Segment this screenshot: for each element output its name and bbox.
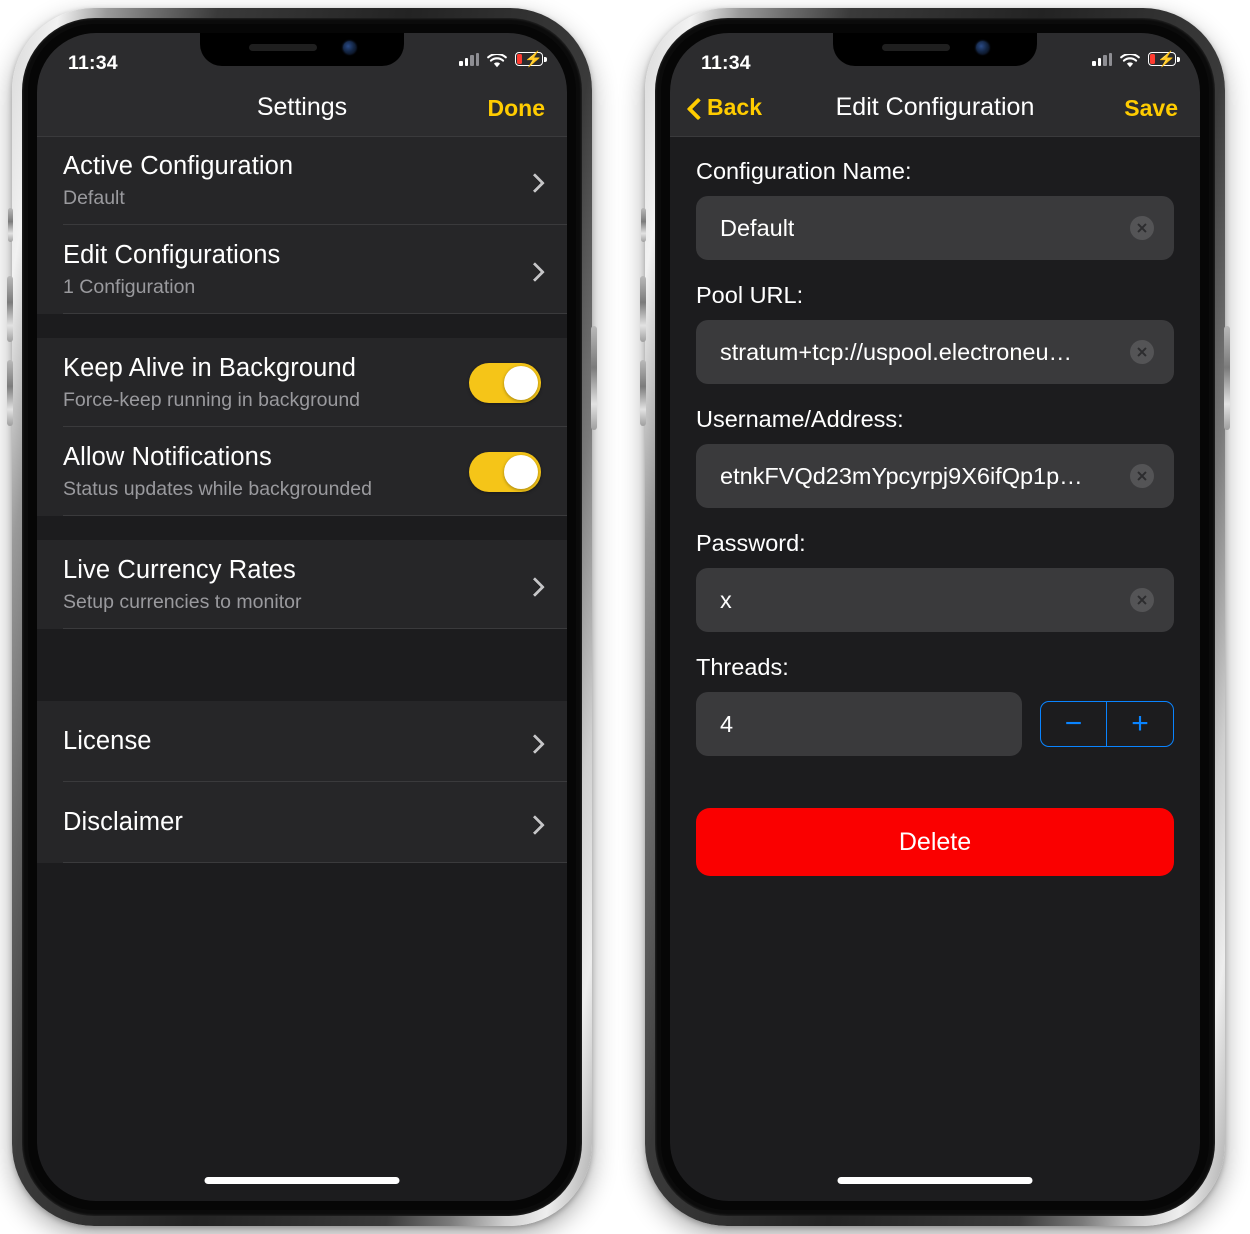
signal-bars-icon bbox=[459, 52, 479, 66]
earpiece-speaker-icon bbox=[881, 44, 950, 51]
settings-group-currency: Live Currency Rates Setup currencies to … bbox=[37, 540, 567, 629]
configuration-name-input[interactable]: Default bbox=[696, 196, 1174, 260]
row-title: Active Configuration bbox=[63, 152, 294, 180]
home-indicator[interactable] bbox=[837, 1177, 1033, 1184]
toggle-knob bbox=[504, 454, 538, 489]
sidebar-item-edit-configurations[interactable]: Edit Configurations 1 Configuration bbox=[37, 225, 567, 314]
password-label: Password: bbox=[696, 530, 806, 556]
threads-increment-button[interactable]: + bbox=[1107, 702, 1173, 746]
threads-row: 4 − + bbox=[696, 692, 1174, 756]
right-phone-volume-down bbox=[640, 360, 646, 426]
done-button[interactable]: Done bbox=[488, 95, 546, 122]
notch bbox=[833, 33, 1037, 66]
username-address-input[interactable]: etnkFVQd23mYpcyrpj9X6ifQp1p… bbox=[696, 444, 1174, 508]
page-title: Edit Configuration bbox=[835, 93, 1035, 121]
right-phone-volume-up bbox=[640, 276, 646, 342]
wifi-icon bbox=[487, 52, 507, 68]
clear-circle-icon[interactable] bbox=[1130, 464, 1154, 488]
password-input[interactable]: x bbox=[696, 568, 1174, 632]
username-address-value: etnkFVQd23mYpcyrpj9X6ifQp1p… bbox=[720, 462, 1083, 489]
status-bar-indicators: ⚡ bbox=[1092, 52, 1180, 68]
earpiece-speaker-icon bbox=[248, 44, 317, 51]
threads-stepper[interactable]: − + bbox=[1040, 701, 1174, 747]
threads-decrement-button[interactable]: − bbox=[1041, 702, 1107, 746]
row-subtitle: Force-keep running in background bbox=[63, 389, 361, 411]
status-bar-time: 11:34 bbox=[701, 52, 751, 74]
section-gap bbox=[37, 314, 567, 338]
threads-input[interactable]: 4 bbox=[696, 692, 1022, 756]
front-camera-icon bbox=[342, 41, 356, 54]
threads-label: Threads: bbox=[696, 654, 789, 680]
section-gap bbox=[37, 629, 567, 701]
home-indicator[interactable] bbox=[204, 1177, 400, 1184]
row-subtitle: 1 Configuration bbox=[63, 276, 196, 298]
clear-circle-icon[interactable] bbox=[1130, 216, 1154, 240]
right-phone-bezel: 11:34 ⚡ Back Edit Configuration Save Con… bbox=[661, 24, 1209, 1210]
status-bar-indicators: ⚡ bbox=[459, 52, 547, 68]
row-title: License bbox=[63, 727, 152, 755]
save-button[interactable]: Save bbox=[1124, 95, 1178, 122]
left-phone-screen: 11:34 ⚡ Settings Done Active Configurati… bbox=[37, 33, 567, 1201]
threads-value: 4 bbox=[720, 710, 734, 737]
battery-charging-low-icon: ⚡ bbox=[1148, 52, 1180, 67]
sidebar-item-allow-notifications[interactable]: Allow Notifications Status updates while… bbox=[37, 427, 567, 516]
settings-group-background: Keep Alive in Background Force-keep runn… bbox=[37, 338, 567, 516]
clear-circle-icon[interactable] bbox=[1130, 340, 1154, 364]
password-value: x bbox=[720, 586, 732, 613]
left-phone-device: 11:34 ⚡ Settings Done Active Configurati… bbox=[7, 8, 597, 1226]
left-phone-volume-down bbox=[7, 360, 13, 426]
username-address-label: Username/Address: bbox=[696, 406, 904, 432]
pool-url-input[interactable]: stratum+tcp://uspool.electroneu… bbox=[696, 320, 1174, 384]
row-subtitle: Status updates while backgrounded bbox=[63, 478, 372, 500]
sidebar-item-disclaimer[interactable]: Disclaimer bbox=[37, 782, 567, 863]
toggle-knob bbox=[504, 365, 538, 400]
sidebar-item-license[interactable]: License bbox=[37, 701, 567, 782]
row-title: Edit Configurations bbox=[63, 241, 281, 269]
pool-url-label: Pool URL: bbox=[696, 282, 804, 308]
clear-circle-icon[interactable] bbox=[1130, 588, 1154, 612]
right-phone-mute-switch bbox=[641, 208, 646, 242]
left-phone-volume-up bbox=[7, 276, 13, 342]
battery-charging-low-icon: ⚡ bbox=[515, 52, 547, 67]
settings-group-configuration: Active Configuration Default Edit Config… bbox=[37, 136, 567, 314]
settings-group-legal: License Disclaimer bbox=[37, 701, 567, 863]
configuration-name-value: Default bbox=[720, 214, 795, 241]
left-nav-bar: Settings Done bbox=[37, 79, 567, 137]
status-bar-time: 11:34 bbox=[68, 52, 118, 74]
right-phone-power-button bbox=[1224, 326, 1230, 430]
right-phone-screen: 11:34 ⚡ Back Edit Configuration Save Con… bbox=[670, 33, 1200, 1201]
edit-configuration-form: Configuration Name: Default Pool URL: st bbox=[670, 136, 1200, 1201]
right-phone-inner-frame: 11:34 ⚡ Back Edit Configuration Save Con… bbox=[655, 18, 1215, 1216]
left-phone-power-button bbox=[591, 326, 597, 430]
front-camera-icon bbox=[975, 41, 989, 54]
notch bbox=[200, 33, 404, 66]
wifi-icon bbox=[1120, 52, 1140, 68]
sidebar-item-active-configuration[interactable]: Active Configuration Default bbox=[37, 136, 567, 225]
screenshot-stage: 11:34 ⚡ Settings Done Active Configurati… bbox=[0, 0, 1250, 1234]
keep-alive-toggle[interactable] bbox=[469, 362, 541, 403]
right-phone-device: 11:34 ⚡ Back Edit Configuration Save Con… bbox=[640, 8, 1230, 1226]
delete-button[interactable]: Delete bbox=[696, 808, 1174, 876]
configuration-name-label: Configuration Name: bbox=[696, 158, 912, 184]
row-title: Disclaimer bbox=[63, 808, 184, 836]
left-phone-mute-switch bbox=[8, 208, 13, 242]
signal-bars-icon bbox=[1092, 52, 1112, 66]
row-divider bbox=[63, 313, 567, 314]
left-phone-inner-frame: 11:34 ⚡ Settings Done Active Configurati… bbox=[22, 18, 582, 1216]
section-gap bbox=[37, 516, 567, 540]
settings-list: Active Configuration Default Edit Config… bbox=[37, 136, 567, 1201]
row-divider bbox=[63, 515, 567, 516]
row-divider bbox=[63, 862, 567, 863]
sidebar-item-keep-alive[interactable]: Keep Alive in Background Force-keep runn… bbox=[37, 338, 567, 427]
allow-notifications-toggle[interactable] bbox=[469, 451, 541, 492]
row-divider bbox=[63, 628, 567, 629]
row-title: Live Currency Rates bbox=[63, 556, 296, 584]
left-phone-bezel: 11:34 ⚡ Settings Done Active Configurati… bbox=[28, 24, 576, 1210]
pool-url-value: stratum+tcp://uspool.electroneu… bbox=[720, 338, 1073, 365]
sidebar-item-live-currency-rates[interactable]: Live Currency Rates Setup currencies to … bbox=[37, 540, 567, 629]
right-nav-bar: Back Edit Configuration Save bbox=[670, 79, 1200, 137]
row-subtitle: Setup currencies to monitor bbox=[63, 591, 302, 613]
row-subtitle: Default bbox=[63, 187, 125, 209]
